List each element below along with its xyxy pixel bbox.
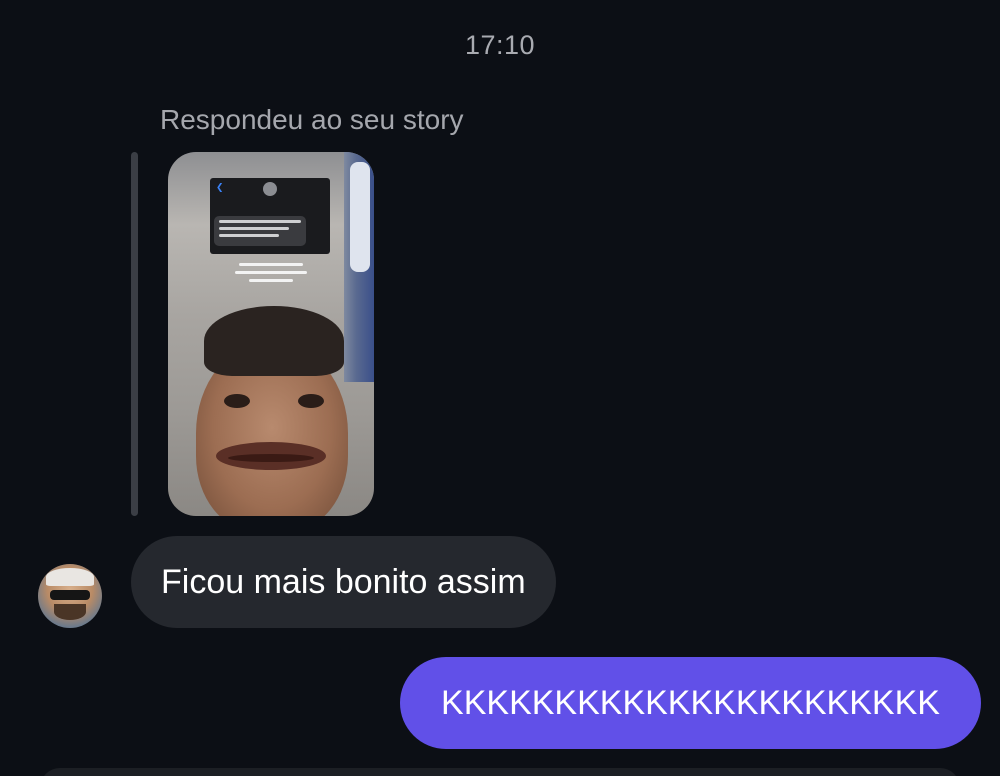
- story-window-glass: [350, 162, 370, 272]
- avatar-glasses: [50, 590, 90, 600]
- message-composer[interactable]: [40, 768, 960, 776]
- story-reply-caption: Respondeu ao seu story: [160, 104, 464, 135]
- story-hair: [204, 306, 344, 376]
- outgoing-message-bubble[interactable]: KKKKKKKKKKKKKKKKKKKKKK: [400, 657, 981, 749]
- incoming-message-bubble[interactable]: Ficou mais bonito assim: [131, 536, 556, 628]
- story-mouth-inner: [228, 454, 314, 462]
- contact-avatar-icon: [263, 182, 277, 196]
- avatar-cap: [46, 568, 94, 586]
- reply-indicator-bar: [131, 152, 138, 516]
- story-screenshot-overlay: ❮: [210, 178, 330, 254]
- story-overlay-message: [214, 216, 306, 246]
- story-thumbnail[interactable]: ❮: [168, 152, 374, 516]
- sender-avatar[interactable]: [38, 564, 102, 628]
- story-eye-right: [298, 394, 324, 408]
- story-eye-left: [224, 394, 250, 408]
- chat-screen: 17:10 Respondeu ao seu story ❮ Ficou mai…: [0, 0, 1000, 776]
- story-overlay-text: [234, 258, 308, 282]
- message-timestamp: 17:10: [464, 30, 536, 60]
- back-chevron-icon: ❮: [216, 182, 224, 192]
- avatar-beard: [54, 604, 86, 620]
